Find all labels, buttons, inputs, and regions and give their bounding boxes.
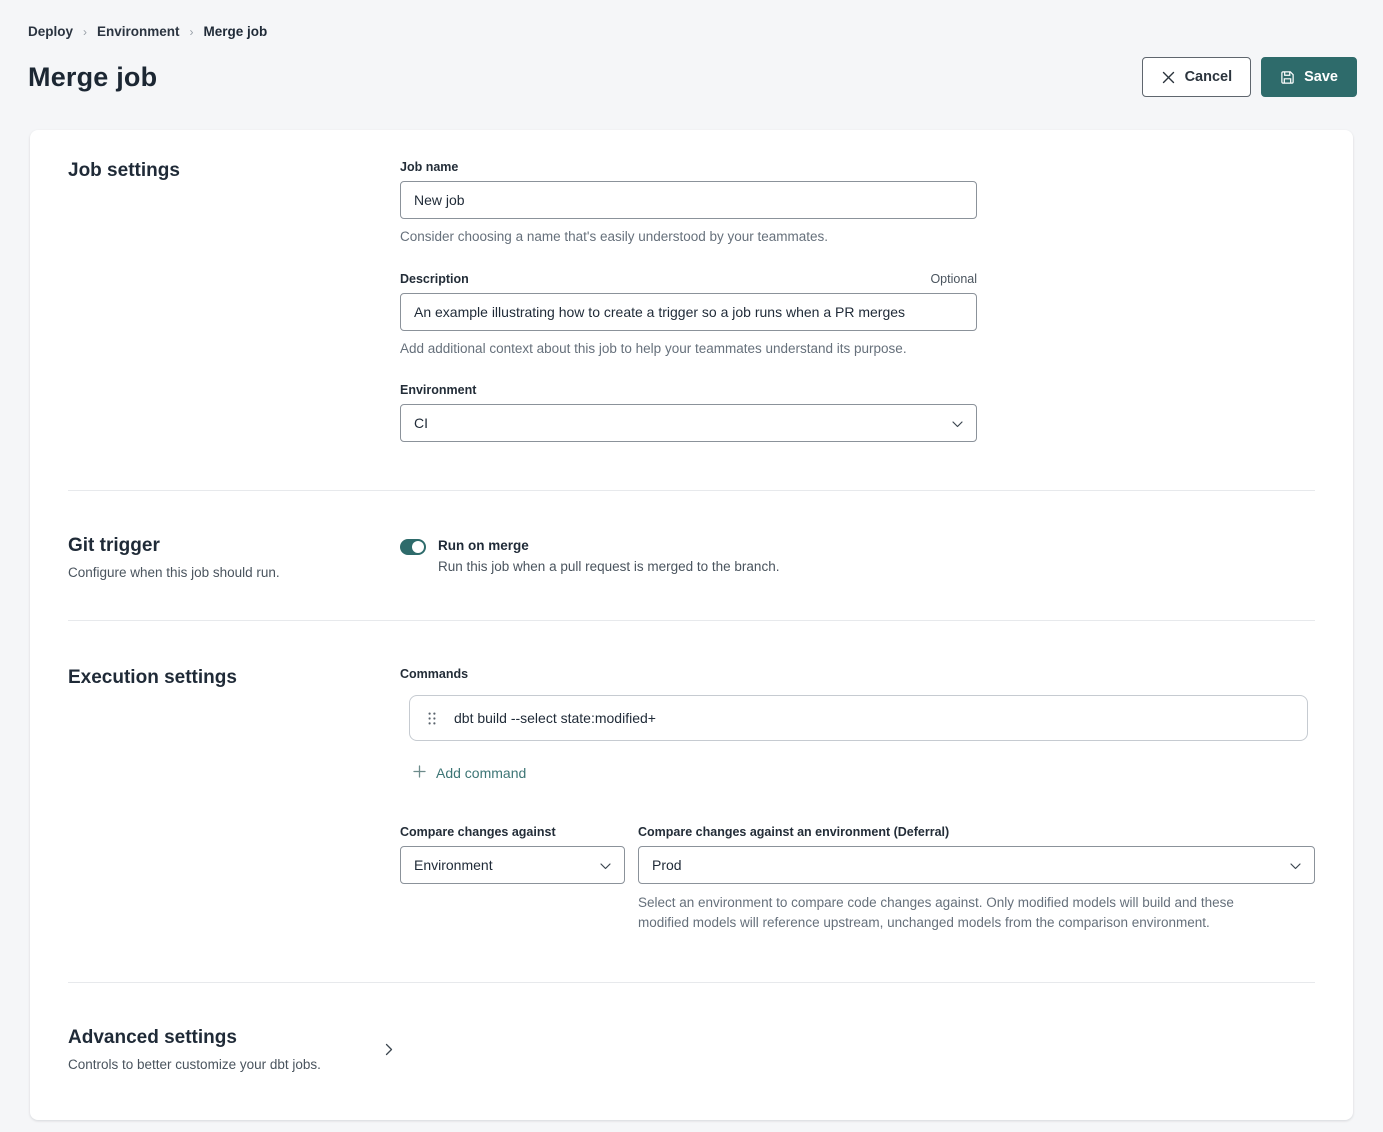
job-name-input[interactable] bbox=[400, 181, 977, 219]
section-job-settings: Job settings Job name Consider choosing … bbox=[68, 130, 1315, 491]
save-icon bbox=[1280, 70, 1295, 85]
chevron-right-icon[interactable] bbox=[381, 1039, 397, 1060]
add-command-button[interactable]: Add command bbox=[413, 765, 526, 781]
drag-handle-icon[interactable] bbox=[426, 708, 438, 729]
commands-label: Commands bbox=[400, 667, 1315, 681]
plus-icon bbox=[413, 765, 426, 781]
run-on-merge-toggle[interactable] bbox=[400, 539, 426, 555]
deferral-field-group: Compare changes against an environment (… bbox=[638, 825, 1315, 934]
description-field-group: Description Optional Add additional cont… bbox=[400, 272, 977, 359]
run-on-merge-description: Run this job when a pull request is merg… bbox=[438, 559, 779, 574]
description-helper: Add additional context about this job to… bbox=[400, 339, 977, 359]
breadcrumb-merge-job: Merge job bbox=[204, 24, 268, 39]
job-name-helper: Consider choosing a name that's easily u… bbox=[400, 227, 977, 247]
section-git-trigger: Git trigger Configure when this job shou… bbox=[68, 491, 1315, 621]
deferral-helper: Select an environment to compare code ch… bbox=[638, 893, 1286, 934]
save-button[interactable]: Save bbox=[1261, 57, 1357, 97]
command-row: dbt build --select state:modified+ bbox=[409, 695, 1308, 741]
job-settings-heading: Job settings bbox=[68, 160, 400, 182]
git-trigger-heading: Git trigger bbox=[68, 535, 400, 557]
header-actions: Cancel Save bbox=[1142, 57, 1357, 97]
command-input[interactable]: dbt build --select state:modified+ bbox=[454, 710, 656, 726]
chevron-down-icon bbox=[600, 857, 611, 873]
environment-select-value: CI bbox=[414, 415, 428, 431]
git-trigger-subheading: Configure when this job should run. bbox=[68, 565, 400, 580]
run-on-merge-label: Run on merge bbox=[438, 538, 779, 553]
compare-against-select-value: Environment bbox=[414, 857, 493, 873]
page-title: Merge job bbox=[28, 62, 157, 93]
top-bar: Deploy › Environment › Merge job Merge j… bbox=[0, 0, 1383, 97]
environment-field-group: Environment CI bbox=[400, 383, 977, 442]
add-command-label: Add command bbox=[436, 765, 526, 781]
breadcrumb-separator-icon: › bbox=[190, 25, 194, 39]
advanced-settings-heading: Advanced settings bbox=[68, 1027, 381, 1049]
execution-settings-heading: Execution settings bbox=[68, 667, 400, 689]
job-name-label: Job name bbox=[400, 160, 458, 174]
compare-against-select[interactable]: Environment bbox=[400, 846, 625, 884]
save-button-label: Save bbox=[1304, 69, 1338, 85]
environment-select[interactable]: CI bbox=[400, 404, 977, 442]
job-name-field-group: Job name Consider choosing a name that's… bbox=[400, 160, 977, 247]
breadcrumb-deploy[interactable]: Deploy bbox=[28, 24, 73, 39]
breadcrumb-environment[interactable]: Environment bbox=[97, 24, 180, 39]
breadcrumb: Deploy › Environment › Merge job bbox=[28, 24, 1355, 39]
breadcrumb-separator-icon: › bbox=[83, 25, 87, 39]
compare-against-label: Compare changes against bbox=[400, 825, 556, 839]
description-optional-badge: Optional bbox=[930, 272, 977, 286]
deferral-select-value: Prod bbox=[652, 857, 682, 873]
description-input[interactable] bbox=[400, 293, 977, 331]
section-advanced-settings: Advanced settings Controls to better cus… bbox=[68, 983, 1315, 1120]
close-icon bbox=[1161, 70, 1176, 85]
chevron-down-icon bbox=[1290, 857, 1301, 873]
toggle-knob bbox=[412, 541, 424, 553]
deferral-label: Compare changes against an environment (… bbox=[638, 825, 949, 839]
description-label: Description bbox=[400, 272, 469, 286]
environment-label: Environment bbox=[400, 383, 476, 397]
section-execution-settings: Execution settings Commands dbt build --… bbox=[68, 621, 1315, 983]
chevron-down-icon bbox=[952, 415, 963, 431]
job-settings-card: Job settings Job name Consider choosing … bbox=[30, 130, 1353, 1120]
cancel-button-label: Cancel bbox=[1185, 69, 1233, 85]
cancel-button[interactable]: Cancel bbox=[1142, 57, 1252, 97]
deferral-select[interactable]: Prod bbox=[638, 846, 1315, 884]
advanced-settings-subheading: Controls to better customize your dbt jo… bbox=[68, 1057, 381, 1072]
compare-against-field-group: Compare changes against Environment bbox=[400, 825, 625, 934]
